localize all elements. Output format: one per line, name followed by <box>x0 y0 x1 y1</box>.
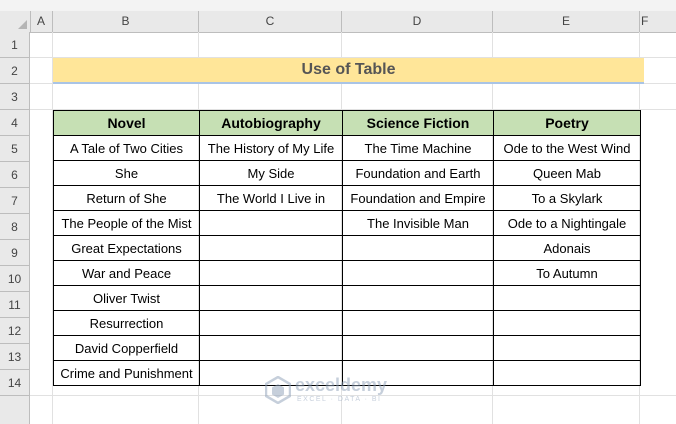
row-header-9[interactable]: 9 <box>0 240 30 266</box>
table-row: She My Side Foundation and Earth Queen M… <box>53 160 641 186</box>
table-cell[interactable] <box>199 285 343 311</box>
table-row: War and Peace To Autumn <box>53 260 641 286</box>
table-cell[interactable]: War and Peace <box>53 260 200 286</box>
table-cell[interactable]: The World I Live in <box>199 185 343 211</box>
table-cell[interactable] <box>199 210 343 236</box>
table-row: The People of the Mist The Invisible Man… <box>53 210 641 236</box>
row-header-12[interactable]: 12 <box>0 318 30 344</box>
table-cell[interactable]: Adonais <box>493 235 641 261</box>
table-cell[interactable] <box>342 335 494 361</box>
row-header-3[interactable]: 3 <box>0 84 30 110</box>
table-cell[interactable]: The Time Machine <box>342 135 494 161</box>
column-header-b[interactable]: B <box>53 11 199 32</box>
select-all-icon <box>18 20 27 29</box>
table-cell[interactable] <box>342 285 494 311</box>
row-header-14[interactable]: 14 <box>0 370 30 396</box>
table-row: Return of She The World I Live in Founda… <box>53 185 641 211</box>
table-row: David Copperfield <box>53 335 641 361</box>
table-cell[interactable]: Return of She <box>53 185 200 211</box>
header-poetry[interactable]: Poetry <box>493 110 641 136</box>
table-cell[interactable] <box>199 260 343 286</box>
row-header-13[interactable]: 13 <box>0 344 30 370</box>
table-header-row: Novel Autobiography Science Fiction Poet… <box>53 110 641 136</box>
watermark: exceldemy EXCEL · DATA · BI <box>265 374 415 408</box>
exceldemy-logo-icon <box>265 376 291 404</box>
table-cell[interactable]: A Tale of Two Cities <box>53 135 200 161</box>
row-header-15 <box>0 396 30 424</box>
row-header-5[interactable]: 5 <box>0 136 30 162</box>
watermark-brand: exceldemy <box>295 375 388 395</box>
header-autobiography[interactable]: Autobiography <box>199 110 343 136</box>
table-cell[interactable]: Foundation and Earth <box>342 160 494 186</box>
column-header-c[interactable]: C <box>199 11 342 32</box>
table-row: A Tale of Two Cities The History of My L… <box>53 135 641 161</box>
table-cell[interactable]: The People of the Mist <box>53 210 200 236</box>
table-cell[interactable] <box>342 260 494 286</box>
table-cell[interactable] <box>199 335 343 361</box>
header-science-fiction[interactable]: Science Fiction <box>342 110 494 136</box>
table-cell[interactable] <box>199 235 343 261</box>
table-cell[interactable] <box>493 335 641 361</box>
row-header-11[interactable]: 11 <box>0 292 30 318</box>
row-header-1[interactable]: 1 <box>0 32 30 58</box>
table-row: Resurrection <box>53 310 641 336</box>
row-header-8[interactable]: 8 <box>0 214 30 240</box>
table-cell[interactable]: Great Expectations <box>53 235 200 261</box>
table-cell[interactable] <box>493 310 641 336</box>
table-row: Great Expectations Adonais <box>53 235 641 261</box>
column-header-a[interactable]: A <box>30 11 53 32</box>
table-row: Oliver Twist <box>53 285 641 311</box>
table-cell[interactable] <box>199 310 343 336</box>
table-cell[interactable]: Ode to the West Wind <box>493 135 641 161</box>
header-novel[interactable]: Novel <box>53 110 200 136</box>
table-cell[interactable] <box>493 360 641 386</box>
column-header-e[interactable]: E <box>493 11 640 32</box>
table-cell[interactable]: Foundation and Empire <box>342 185 494 211</box>
table-cell[interactable]: To Autumn <box>493 260 641 286</box>
table-cell[interactable]: To a Skylark <box>493 185 641 211</box>
table-cell[interactable]: David Copperfield <box>53 335 200 361</box>
row-header-4[interactable]: 4 <box>0 110 30 136</box>
table-cell[interactable]: Ode to a Nightingale <box>493 210 641 236</box>
table-cell[interactable]: Oliver Twist <box>53 285 200 311</box>
table-cell[interactable]: The Invisible Man <box>342 210 494 236</box>
table-cell[interactable] <box>342 235 494 261</box>
select-all-button[interactable] <box>0 11 31 32</box>
table-cell[interactable]: My Side <box>199 160 343 186</box>
table-cell[interactable]: Crime and Punishment <box>53 360 200 386</box>
row-header-2[interactable]: 2 <box>0 58 30 84</box>
table-cell[interactable]: The History of My Life <box>199 135 343 161</box>
column-header-f[interactable]: F <box>640 11 676 32</box>
table-cell[interactable] <box>342 310 494 336</box>
table-cell[interactable] <box>493 285 641 311</box>
watermark-tagline: EXCEL · DATA · BI <box>297 396 382 403</box>
data-table: Novel Autobiography Science Fiction Poet… <box>53 110 641 386</box>
spreadsheet: A B C D E F 1 2 3 4 5 6 7 8 9 10 11 12 1… <box>0 0 676 424</box>
table-cell[interactable]: She <box>53 160 200 186</box>
row-header-6[interactable]: 6 <box>0 162 30 188</box>
column-header-d[interactable]: D <box>342 11 493 32</box>
table-cell[interactable]: Queen Mab <box>493 160 641 186</box>
row-header-10[interactable]: 10 <box>0 266 30 292</box>
sheet-title[interactable]: Use of Table <box>53 58 644 84</box>
row-header-7[interactable]: 7 <box>0 188 30 214</box>
table-cell[interactable]: Resurrection <box>53 310 200 336</box>
